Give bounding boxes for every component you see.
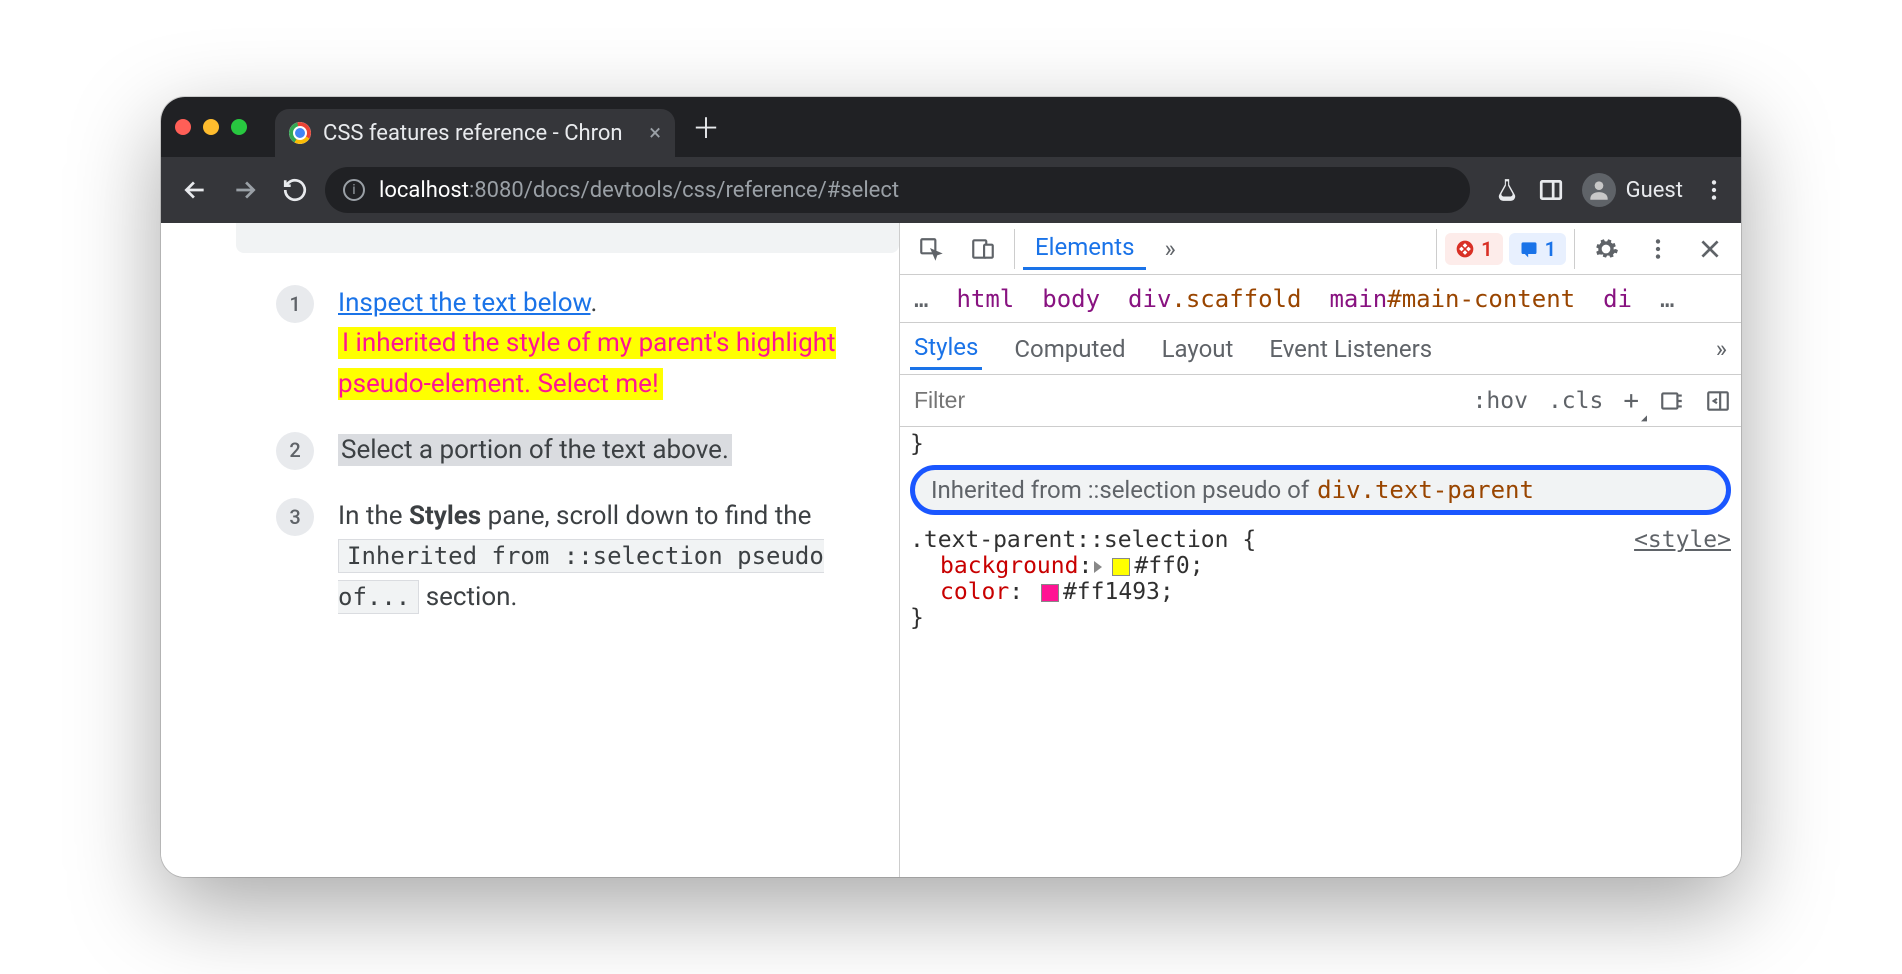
close-tab-button[interactable]: × xyxy=(649,121,661,146)
hov-toggle[interactable]: :hov xyxy=(1463,375,1538,426)
reload-button[interactable] xyxy=(275,170,315,210)
toolbar-right: Guest xyxy=(1494,173,1727,207)
step1-period: . xyxy=(591,288,598,318)
step-1: Inspect the text below. I inherited the … xyxy=(276,283,859,404)
panel-overflow-button[interactable]: » xyxy=(1152,229,1187,269)
step-2: Select a portion of the text above. xyxy=(276,430,859,470)
css-declaration[interactable]: color: #ff1493; xyxy=(910,579,1731,605)
inherited-from-banner[interactable]: Inherited from ::selection pseudo of div… xyxy=(910,465,1731,515)
devtools-toolbar: Elements » 1 1 xyxy=(900,223,1741,275)
step3-code: Inherited from ::selection pseudo of... xyxy=(338,539,824,613)
inherit-target: div.text-parent xyxy=(1317,476,1534,504)
window-controls xyxy=(175,119,247,135)
close-devtools-button[interactable] xyxy=(1687,230,1733,268)
subtab-computed[interactable]: Computed xyxy=(1010,329,1129,369)
avatar-icon xyxy=(1582,173,1616,207)
panel-icon[interactable] xyxy=(1538,177,1564,203)
styles-filter-row: :hov .cls +◢ xyxy=(900,375,1741,427)
color-swatch[interactable] xyxy=(1112,558,1130,576)
highlighted-sample-text[interactable]: I inherited the style of my parent's hig… xyxy=(338,327,836,399)
cls-toggle[interactable]: .cls xyxy=(1538,375,1613,426)
subtab-layout[interactable]: Layout xyxy=(1158,329,1238,369)
profile-button[interactable]: Guest xyxy=(1582,173,1683,207)
device-toolbar-button[interactable] xyxy=(960,230,1006,268)
breadcrumb-item[interactable]: body xyxy=(1042,285,1100,313)
chrome-favicon-icon xyxy=(289,122,311,144)
step3-prefix: In the xyxy=(338,501,409,531)
computed-styles-sidebar-icon[interactable] xyxy=(1649,375,1695,426)
back-button[interactable] xyxy=(175,170,215,210)
styles-body[interactable]: } Inherited from ::selection pseudo of d… xyxy=(900,427,1741,877)
console-errors-badge[interactable]: 1 xyxy=(1445,233,1502,265)
breadcrumb-item[interactable]: di xyxy=(1603,285,1632,313)
styles-subtabs: Styles Computed Layout Event Listeners » xyxy=(900,323,1741,375)
devtools-panel: Elements » 1 1 xyxy=(899,223,1741,877)
step3-mid: pane, scroll down to find the xyxy=(481,501,811,531)
new-style-rule-button[interactable]: +◢ xyxy=(1613,375,1649,426)
devtools-menu-button[interactable] xyxy=(1635,230,1681,268)
close-window-button[interactable] xyxy=(175,119,191,135)
css-rule-source-link[interactable]: <style> xyxy=(1634,527,1731,553)
url-path: :8080/docs/devtools/css/reference/#selec… xyxy=(469,178,899,203)
css-value: #ff0 xyxy=(1134,553,1189,579)
profile-label: Guest xyxy=(1626,178,1683,203)
new-tab-button[interactable]: ＋ xyxy=(689,110,723,144)
errors-count: 1 xyxy=(1481,237,1492,261)
css-prop: color xyxy=(940,579,1009,605)
css-prop: background xyxy=(940,553,1078,579)
color-swatch[interactable] xyxy=(1041,584,1059,602)
fullscreen-window-button[interactable] xyxy=(231,119,247,135)
tabs-chevron-down-icon[interactable] xyxy=(1707,106,1727,148)
minimize-window-button[interactable] xyxy=(203,119,219,135)
inspect-element-button[interactable] xyxy=(908,230,954,268)
step3-suffix: section. xyxy=(419,582,517,612)
labs-icon[interactable] xyxy=(1494,177,1520,203)
url-host: localhost xyxy=(379,178,469,203)
breadcrumb: … html body div.scaffold main#main-conte… xyxy=(900,275,1741,323)
expand-shorthand-icon[interactable] xyxy=(1094,561,1102,573)
page-banner-stub xyxy=(236,223,899,253)
subtab-event-listeners[interactable]: Event Listeners xyxy=(1265,329,1436,369)
browser-menu-button[interactable] xyxy=(1701,177,1727,203)
browser-chrome: CSS features reference - Chron × ＋ i loc… xyxy=(161,97,1741,223)
issues-count: 1 xyxy=(1545,237,1556,261)
tab-elements[interactable]: Elements xyxy=(1023,227,1146,270)
step2-selection-text: Select a portion of the text above. xyxy=(338,434,732,466)
css-declaration[interactable]: background:#ff0; xyxy=(910,553,1731,579)
inherit-prefix: Inherited from ::selection pseudo of xyxy=(931,476,1309,504)
settings-gear-icon[interactable] xyxy=(1583,230,1629,268)
forward-button[interactable] xyxy=(225,170,265,210)
console-issues-badge[interactable]: 1 xyxy=(1509,233,1566,265)
css-rule-header: .text-parent::selection { <style> xyxy=(910,527,1731,553)
address-bar-row: i localhost:8080/docs/devtools/css/refer… xyxy=(161,157,1741,223)
step3-bold: Styles xyxy=(409,501,481,531)
breadcrumb-item[interactable]: html xyxy=(956,285,1014,313)
css-value: #ff1493 xyxy=(1063,579,1160,605)
toggle-sidebar-icon[interactable] xyxy=(1695,375,1741,426)
browser-tab[interactable]: CSS features reference - Chron × xyxy=(275,109,675,157)
subtab-overflow-button[interactable]: » xyxy=(1712,329,1731,369)
content-area: Inspect the text below. I inherited the … xyxy=(161,223,1741,877)
browser-window: CSS features reference - Chron × ＋ i loc… xyxy=(161,97,1741,877)
page-content: Inspect the text below. I inherited the … xyxy=(161,223,899,877)
site-info-icon[interactable]: i xyxy=(343,179,365,201)
rule-close-brace-above: } xyxy=(910,431,1731,457)
step-3: In the Styles pane, scroll down to find … xyxy=(276,496,859,617)
css-selector[interactable]: .text-parent::selection { xyxy=(910,527,1256,553)
address-bar[interactable]: i localhost:8080/docs/devtools/css/refer… xyxy=(325,167,1470,213)
breadcrumb-more-left[interactable]: … xyxy=(914,285,928,313)
subtab-styles[interactable]: Styles xyxy=(910,327,982,370)
tab-bar: CSS features reference - Chron × ＋ xyxy=(161,97,1741,157)
tab-title: CSS features reference - Chron xyxy=(323,121,639,146)
breadcrumb-item[interactable]: main#main-content xyxy=(1329,285,1575,313)
rule-close-brace: } xyxy=(910,605,1731,631)
styles-filter-input[interactable] xyxy=(900,375,1463,426)
breadcrumb-more-right[interactable]: … xyxy=(1660,285,1674,313)
inspect-link[interactable]: Inspect the text below xyxy=(338,288,591,318)
breadcrumb-item[interactable]: div.scaffold xyxy=(1128,285,1301,313)
